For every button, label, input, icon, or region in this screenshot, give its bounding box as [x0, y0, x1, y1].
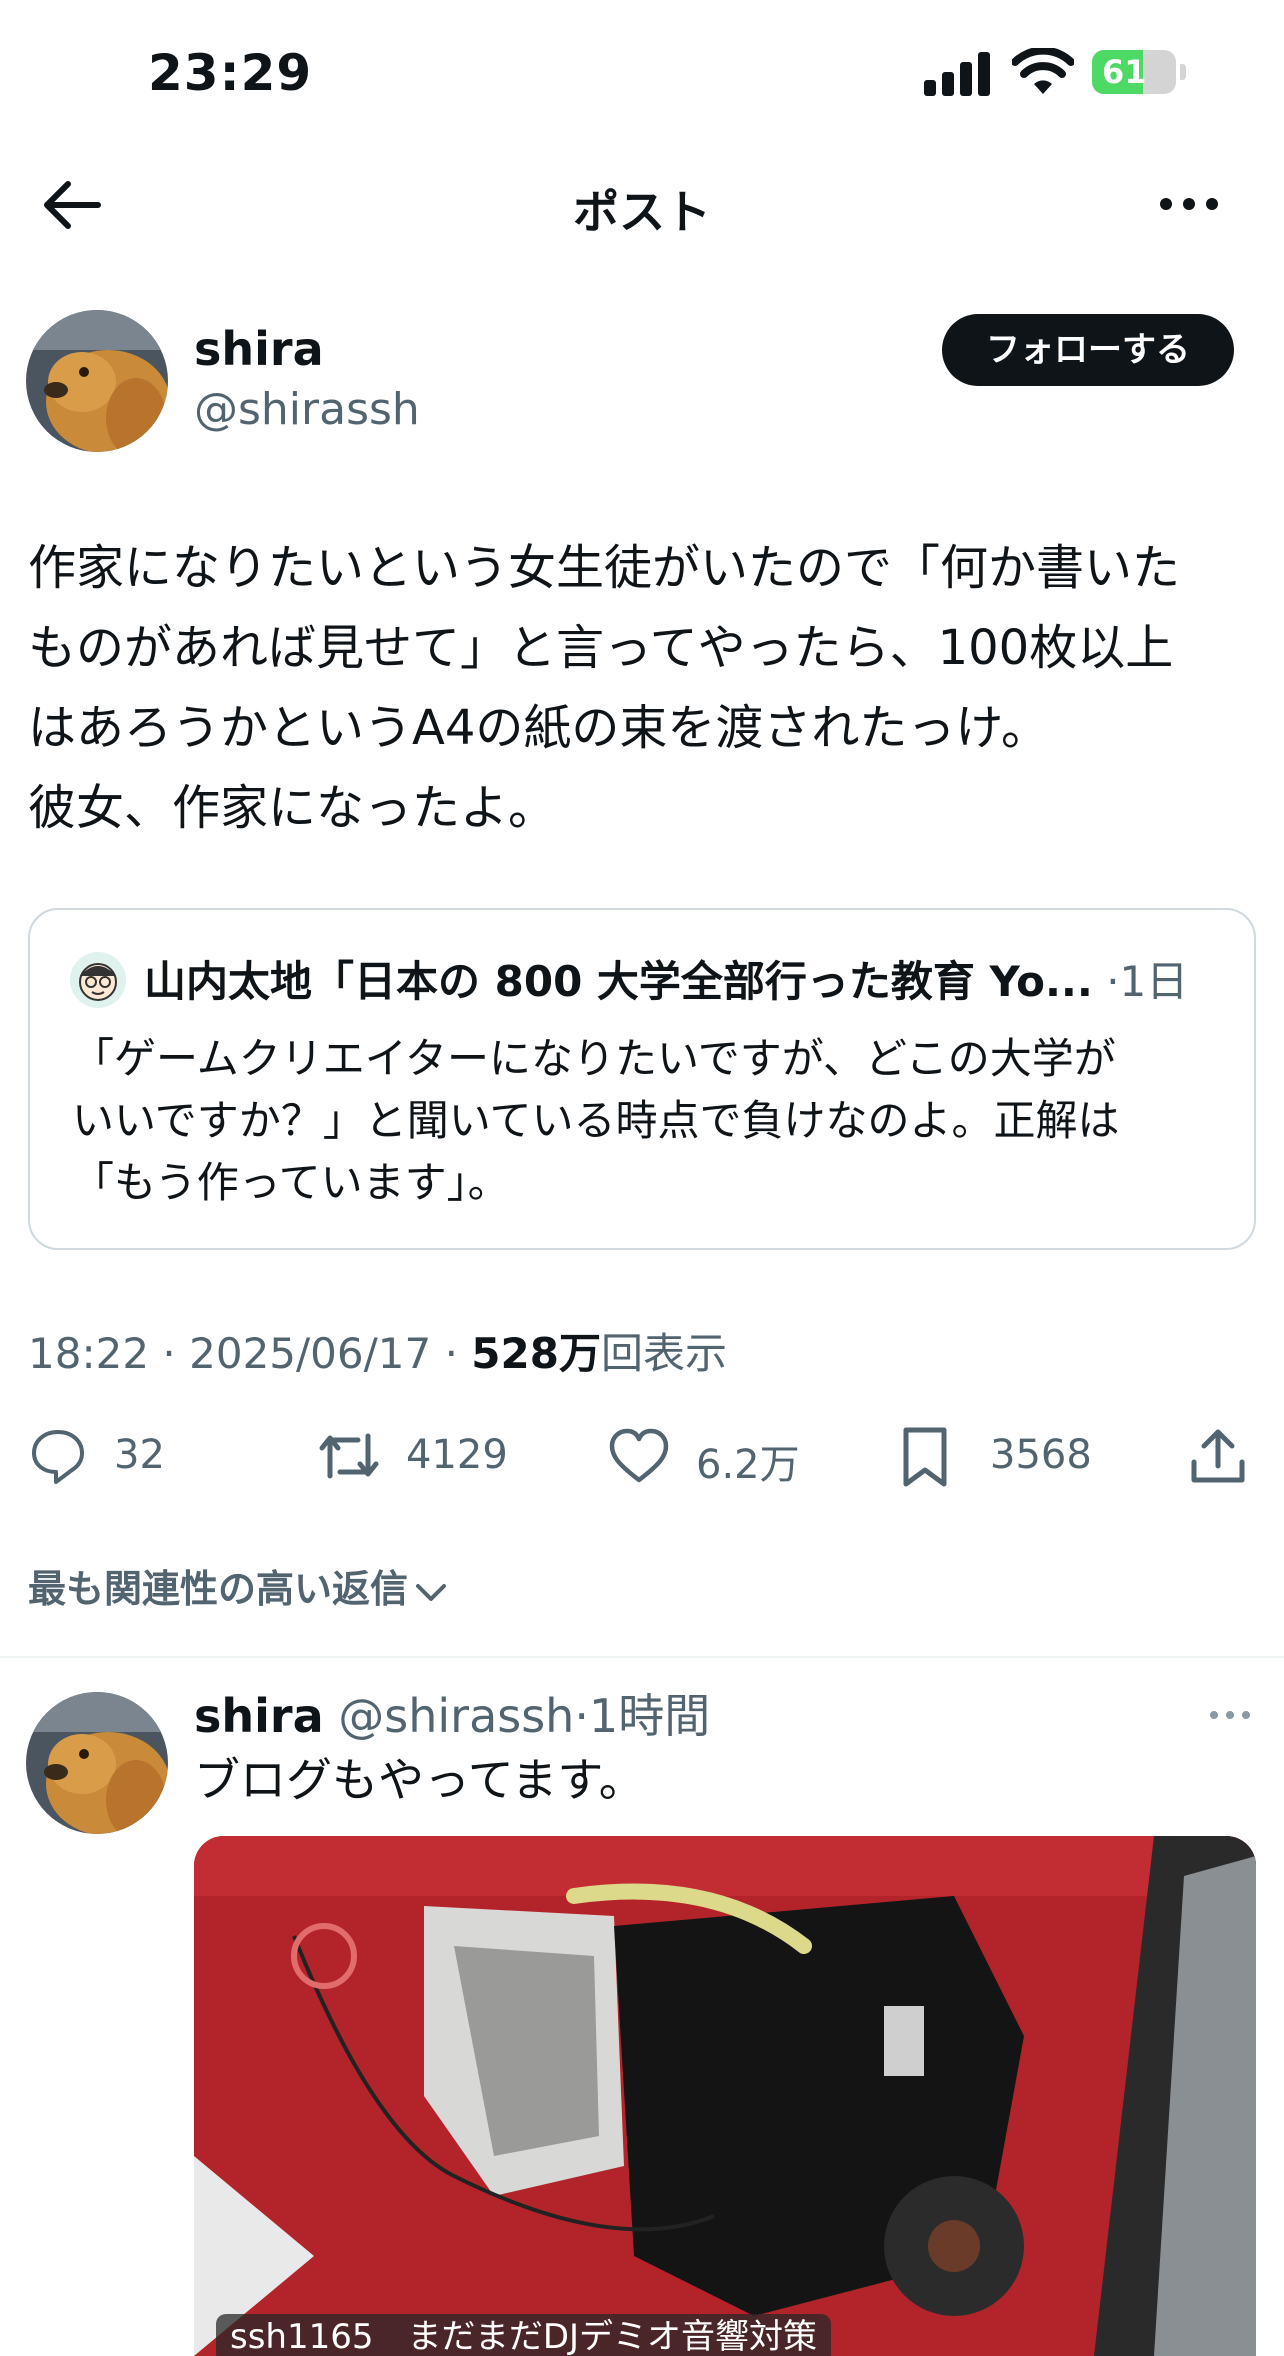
- quote-author-name[interactable]: 山内太地「日本の 800 大学全部行った教育 Yo...: [144, 957, 1093, 1006]
- dog-photo-avatar-icon: [26, 1692, 168, 1834]
- repost-icon: [319, 1433, 379, 1479]
- page-title: ポスト: [573, 185, 711, 239]
- cartoon-face-avatar-icon: [70, 952, 126, 1008]
- quote-text-line: 「もう作っています」。: [72, 1158, 510, 1207]
- quote-time: 1日: [1119, 957, 1189, 1006]
- post-time[interactable]: 18:22: [28, 1329, 149, 1378]
- reply-author-name[interactable]: shira: [194, 1689, 324, 1743]
- reply-text: ブログもやってます。: [194, 1753, 645, 1807]
- cellular-signal-icon: [924, 52, 990, 96]
- repost-count: 4129: [406, 1432, 508, 1478]
- author-avatar[interactable]: [26, 310, 168, 452]
- repost-button[interactable]: 4129: [316, 1420, 516, 1496]
- quote-text-line: いいですか？」と聞いている時点で負けなのよ。正解は: [72, 1096, 1120, 1145]
- chevron-down-icon: [416, 1583, 447, 1601]
- follow-button[interactable]: フォローする: [942, 314, 1234, 386]
- post-date[interactable]: 2025/06/17: [189, 1329, 431, 1378]
- status-bar: 23:29 61: [0, 0, 1284, 150]
- image-caption: ssh1165 まだまだDJデミオ音響対策: [216, 2314, 832, 2356]
- quote-separator: ·: [1106, 957, 1120, 1006]
- quote-header: 山内太地「日本の 800 大学全部行った教育 Yo... ·1日: [144, 952, 1234, 1012]
- views-label: 回表示: [600, 1329, 727, 1378]
- post-text: 作家になりたいという女生徒がいたので「何か書いた ものがあれば見せて」と言ってや…: [28, 528, 1258, 848]
- reply-icon: [32, 1430, 84, 1484]
- reply-button[interactable]: 32: [28, 1420, 188, 1496]
- status-time: 23:29: [148, 44, 313, 102]
- top-nav: ポスト: [0, 150, 1284, 260]
- like-count: 6.2万: [696, 1442, 800, 1488]
- reply-header: shira @shirassh·1時間: [194, 1684, 710, 1748]
- like-button[interactable]: 6.2万: [608, 1420, 808, 1496]
- more-horizontal-icon[interactable]: [1208, 1700, 1252, 1730]
- quote-text-line: 「ゲームクリエイターになりたいですが、どこの大学が: [72, 1034, 1116, 1083]
- battery-tip: [1180, 64, 1186, 80]
- quote-avatar: [70, 952, 126, 1008]
- author-handle[interactable]: @shirassh: [194, 384, 420, 435]
- post-text-line: はあろうかというA4の紙の束を渡されたっけ。: [28, 700, 1049, 756]
- reply-author-handle[interactable]: @shirassh: [338, 1689, 574, 1743]
- more-horizontal-icon[interactable]: [1156, 176, 1222, 232]
- bookmark-icon: [903, 1427, 947, 1487]
- car-door-photo: [194, 1836, 1256, 2356]
- reply-count: 32: [114, 1432, 165, 1478]
- reply-sort-label: 最も関連性の高い返信: [28, 1567, 409, 1611]
- divider: [0, 1656, 1284, 1658]
- reply-time: 1時間: [588, 1689, 711, 1743]
- author-name[interactable]: shira: [194, 322, 324, 376]
- wifi-icon: [1012, 48, 1074, 94]
- reply-avatar[interactable]: [26, 1692, 168, 1834]
- post-text-line: 彼女、作家になったよ。: [28, 780, 557, 836]
- bookmark-count: 3568: [990, 1432, 1092, 1478]
- post-text-line: 作家になりたいという女生徒がいたので「何か書いた: [28, 540, 1181, 596]
- post-text-line: ものがあれば見せて」と言ってやったら、100枚以上: [28, 620, 1174, 676]
- dog-photo-avatar-icon: [26, 310, 168, 452]
- share-button[interactable]: [1190, 1420, 1250, 1496]
- like-icon: [609, 1428, 669, 1483]
- reply-sort-dropdown[interactable]: 最も関連性の高い返信: [28, 1558, 448, 1613]
- bookmark-button[interactable]: 3568: [900, 1420, 1100, 1496]
- reply-image[interactable]: ssh1165 まだまだDJデミオ音響対策: [194, 1836, 1256, 2356]
- reply-separator: ·: [574, 1689, 589, 1743]
- meta-separator: ·: [162, 1329, 176, 1378]
- share-icon: [1191, 1429, 1245, 1483]
- post-meta: 18:22 · 2025/06/17 · 528万回表示: [28, 1320, 727, 1381]
- quote-card[interactable]: 山内太地「日本の 800 大学全部行った教育 Yo... ·1日 「ゲームクリエ…: [28, 908, 1256, 1250]
- battery-indicator: 61: [1092, 50, 1176, 94]
- action-bar: 32 4129 6.2万 3568: [0, 1420, 1284, 1496]
- battery-percent: 61: [1102, 53, 1147, 91]
- meta-separator: ·: [444, 1329, 458, 1378]
- views-count: 528万: [471, 1329, 601, 1378]
- quote-text: 「ゲームクリエイターになりたいですが、どこの大学が いいですか？」と聞いている時…: [72, 1028, 1242, 1214]
